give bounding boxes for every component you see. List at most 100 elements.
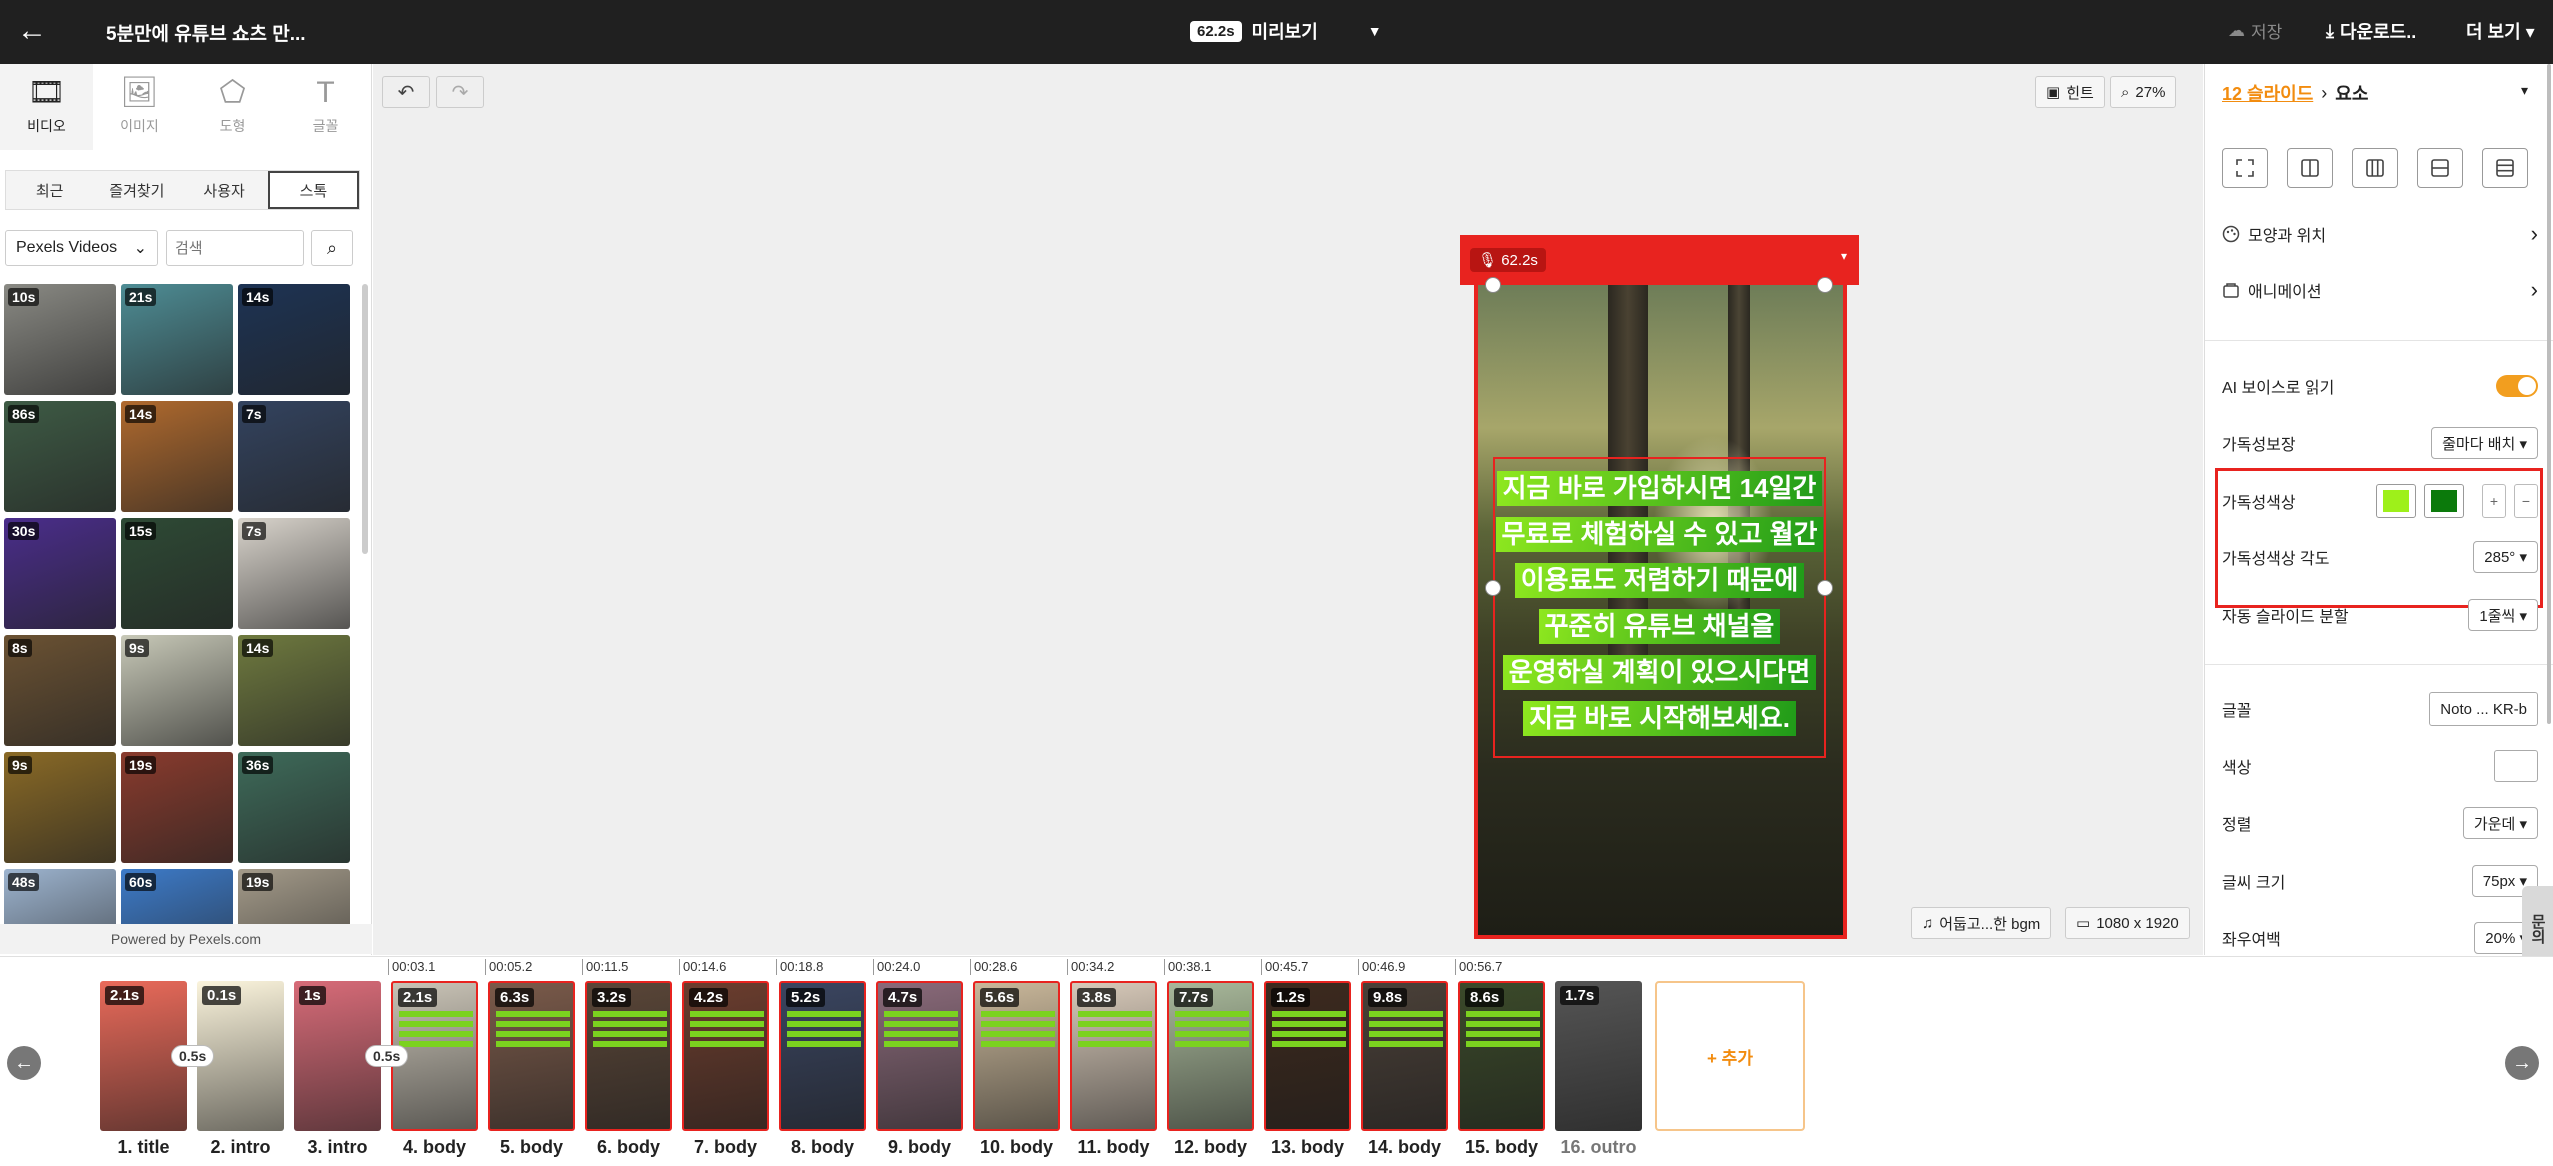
slide-thumbnail[interactable]: 3.2s — [585, 981, 672, 1131]
slide-thumbnail[interactable]: 1.2s — [1264, 981, 1351, 1131]
stock-video-thumb[interactable]: 14s — [238, 284, 350, 395]
three-column-layout-button[interactable] — [2352, 148, 2398, 188]
resize-handle[interactable] — [1817, 277, 1833, 293]
chevron-right-icon: › — [2530, 221, 2538, 246]
readability-select[interactable]: 줄마다 배치 ▾ — [2431, 427, 2538, 459]
slide-thumbnail[interactable]: 5.6s — [973, 981, 1060, 1131]
slide-thumbnail[interactable]: 7.7s — [1167, 981, 1254, 1131]
resize-handle[interactable] — [1817, 580, 1833, 596]
two-row-layout-button[interactable] — [2417, 148, 2463, 188]
stock-video-thumb[interactable]: 86s — [4, 401, 116, 512]
zoom-button[interactable]: ⌕ 27% — [2110, 76, 2177, 108]
remove-color-button[interactable]: − — [2514, 484, 2538, 518]
slide-thumbnail[interactable]: 9.8s — [1361, 981, 1448, 1131]
slide-thumbnail[interactable]: 1.7s — [1555, 981, 1642, 1131]
stock-video-thumb[interactable]: 19s — [238, 869, 350, 924]
resize-handle[interactable] — [1485, 277, 1501, 293]
stock-video-thumb[interactable]: 8s — [4, 635, 116, 746]
slide-duration: 2.1s — [105, 986, 145, 1005]
breadcrumb-slide-link[interactable]: 12 슬라이드 — [2222, 80, 2313, 106]
stock-video-thumb[interactable]: 7s — [238, 401, 350, 512]
source-tabs: 최근 즐겨찾기 사용자 스톡 — [5, 170, 360, 210]
stock-video-thumb[interactable]: 19s — [121, 752, 233, 863]
tab-recent[interactable]: 최근 — [6, 171, 93, 209]
slide-thumbnail[interactable]: 3.8s — [1070, 981, 1157, 1131]
hint-button[interactable]: ▣ 힌트 — [2035, 76, 2105, 108]
three-row-layout-button[interactable] — [2482, 148, 2528, 188]
download-button[interactable]: ⤓ 다운로드.. — [2326, 18, 2416, 44]
provider-select[interactable]: Pexels Videos ⌄ — [5, 230, 158, 266]
slide-thumbnail[interactable]: 5.2s — [779, 981, 866, 1131]
align-select[interactable]: 가운데 ▾ — [2462, 807, 2538, 839]
slide-preview[interactable]: 🎙 62.2s ▾ 지금 바로 가입하시면 14일간 무료로 체험하실 수 있고… — [1460, 235, 1859, 939]
project-title[interactable]: 5분만에 유튜브 쇼츠 만... — [106, 19, 306, 46]
fullscreen-layout-button[interactable] — [2222, 148, 2268, 188]
animation-section[interactable]: 애니메이션 › — [2222, 270, 2538, 310]
tab-video[interactable]: 🎞 비디오 — [0, 64, 93, 150]
back-arrow-icon[interactable]: ← — [14, 14, 50, 50]
stock-video-thumb[interactable]: 15s — [121, 518, 233, 629]
transition-badge[interactable]: 0.5s — [365, 1045, 409, 1067]
font-select[interactable]: Noto ... KR-b — [2429, 692, 2538, 726]
preview-control[interactable]: 62.2s 미리보기 ▼ — [1190, 18, 1382, 44]
auto-split-select[interactable]: 1줄씩 ▾ — [2468, 599, 2538, 631]
panel-menu-caret-icon[interactable]: ▾ — [2521, 82, 2528, 99]
scroll-right-arrow-icon[interactable]: → — [2505, 1046, 2539, 1080]
tab-font[interactable]: T 글꼴 — [279, 64, 372, 150]
color-swatch-2[interactable] — [2424, 484, 2464, 518]
properties-scrollbar[interactable] — [2547, 64, 2551, 724]
stock-video-thumb[interactable]: 10s — [4, 284, 116, 395]
resize-handle[interactable] — [1485, 580, 1501, 596]
thumb-duration: 9s — [8, 756, 32, 774]
slide-thumbnail[interactable]: 8.6s — [1458, 981, 1545, 1131]
preview-label[interactable]: 미리보기 — [1252, 18, 1318, 44]
stock-video-thumb[interactable]: 9s — [121, 635, 233, 746]
scroll-left-arrow-icon[interactable]: ← — [7, 1046, 41, 1080]
stock-video-thumb[interactable]: 60s — [121, 869, 233, 924]
color-swatch-1[interactable] — [2376, 484, 2416, 518]
stock-video-thumb[interactable]: 7s — [238, 518, 350, 629]
stock-video-thumb[interactable]: 14s — [238, 635, 350, 746]
transition-badge[interactable]: 0.5s — [171, 1045, 215, 1067]
tab-shape[interactable]: ⬠ 도형 — [186, 64, 279, 150]
caption-preview-graphic — [496, 1011, 570, 1051]
more-menu-button[interactable]: 더 보기 ▾ — [2466, 18, 2535, 44]
ruler-timestamp: 00:28.6 — [970, 959, 1017, 975]
stock-video-thumb[interactable]: 30s — [4, 518, 116, 629]
tab-favorites[interactable]: 즐겨찾기 — [93, 171, 180, 209]
add-slide-button[interactable]: + 추가 — [1655, 981, 1805, 1131]
tab-stock[interactable]: 스톡 — [267, 171, 359, 209]
stock-video-thumb[interactable]: 21s — [121, 284, 233, 395]
tab-user[interactable]: 사용자 — [181, 171, 268, 209]
redo-button[interactable]: ↷ — [436, 76, 484, 108]
bgm-button[interactable]: ♫ 어둡고...한 bgm — [1911, 907, 2052, 939]
search-button[interactable]: ⌕ — [311, 230, 353, 266]
text-color-swatch[interactable] — [2494, 750, 2538, 782]
color-angle-select[interactable]: 285° ▾ — [2473, 541, 2538, 573]
save-button[interactable]: ☁ 저장 — [2228, 18, 2282, 43]
shape-position-label: 모양과 위치 — [2248, 228, 2327, 245]
search-input[interactable] — [166, 230, 304, 266]
resolution-button[interactable]: ▭ 1080 x 1920 — [2065, 907, 2190, 939]
slide-thumbnail[interactable]: 4.7s — [876, 981, 963, 1131]
stock-video-thumb[interactable]: 14s — [121, 401, 233, 512]
shape-position-section[interactable]: 모양과 위치 › — [2222, 214, 2538, 254]
slide-label: 10. body — [979, 1137, 1054, 1157]
stock-video-thumb[interactable]: 48s — [4, 869, 116, 924]
undo-button[interactable]: ↶ — [382, 76, 430, 108]
media-scrollbar[interactable] — [362, 284, 368, 554]
voice-duration-badge[interactable]: 🎙 62.2s — [1470, 248, 1546, 272]
preview-dropdown-caret-icon[interactable]: ▼ — [1368, 23, 1382, 39]
slide-thumbnail[interactable]: 4.2s — [682, 981, 769, 1131]
caption-preview-graphic — [1272, 1011, 1346, 1051]
caption-text-block[interactable]: 지금 바로 가입하시면 14일간 무료로 체험하실 수 있고 월간 이용료도 저… — [1474, 471, 1845, 736]
tab-image[interactable]: 🖼 이미지 — [93, 64, 186, 150]
add-color-button[interactable]: + — [2482, 484, 2506, 518]
two-column-layout-button[interactable] — [2287, 148, 2333, 188]
caption-line: 지금 바로 가입하시면 14일간 — [1496, 471, 1823, 506]
stock-video-thumb[interactable]: 9s — [4, 752, 116, 863]
ai-voice-toggle[interactable] — [2496, 375, 2538, 397]
slide-thumbnail[interactable]: 6.3s — [488, 981, 575, 1131]
stock-video-thumb[interactable]: 36s — [238, 752, 350, 863]
preview-menu-caret-icon[interactable]: ▾ — [1841, 249, 1847, 263]
